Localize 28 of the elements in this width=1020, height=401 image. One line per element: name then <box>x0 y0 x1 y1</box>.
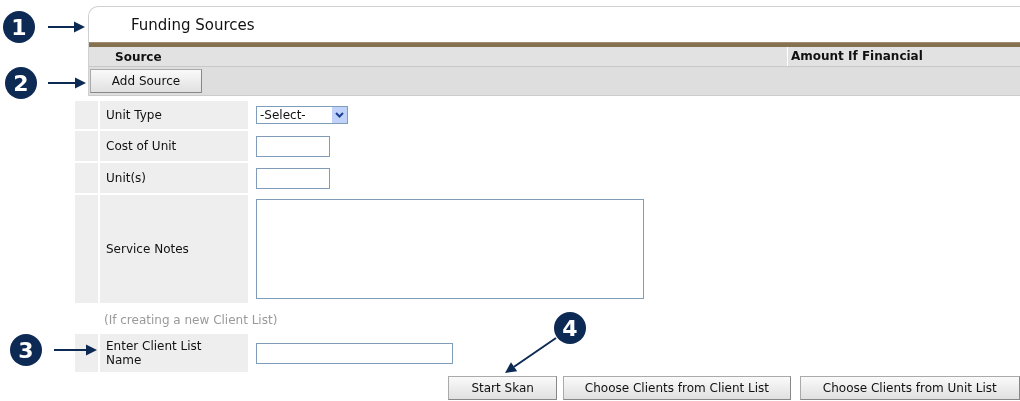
field-label: Cost of Unit <box>100 131 248 161</box>
callout-arrow <box>505 337 557 373</box>
callout-number: 3 <box>10 334 42 366</box>
notes-field[interactable] <box>256 199 644 299</box>
field-label: Unit(s) <box>100 163 248 193</box>
callout-number: 1 <box>3 11 35 43</box>
chevron-down-icon[interactable] <box>335 112 344 118</box>
dropdown[interactable]: -Select- <box>256 106 348 124</box>
input-field[interactable] <box>256 135 330 157</box>
action-button[interactable]: Start Skan <box>448 376 558 400</box>
callout-arrow <box>47 77 86 89</box>
input-field[interactable] <box>256 342 453 364</box>
add-source-button[interactable]: Add Source <box>90 69 202 93</box>
field-label: Enter Client List Name <box>100 334 248 372</box>
row-gutter <box>75 334 98 372</box>
action-button[interactable]: Choose Clients from Client List <box>563 376 791 400</box>
panel-title: Funding Sources <box>131 15 255 34</box>
column-header: Source <box>114 49 163 64</box>
column-header: Amount If Financial <box>787 47 923 66</box>
hint-text: (If creating a new Client List) <box>104 313 278 327</box>
field-label: Service Notes <box>100 195 248 303</box>
field-label: Unit Type <box>100 101 248 129</box>
callout-number: 2 <box>5 67 37 99</box>
callout-arrow <box>53 344 97 356</box>
input-field[interactable] <box>256 167 330 189</box>
callout-arrow <box>47 21 85 33</box>
action-button[interactable]: Choose Clients from Unit List <box>799 376 1020 400</box>
callout-number: 4 <box>554 312 586 344</box>
